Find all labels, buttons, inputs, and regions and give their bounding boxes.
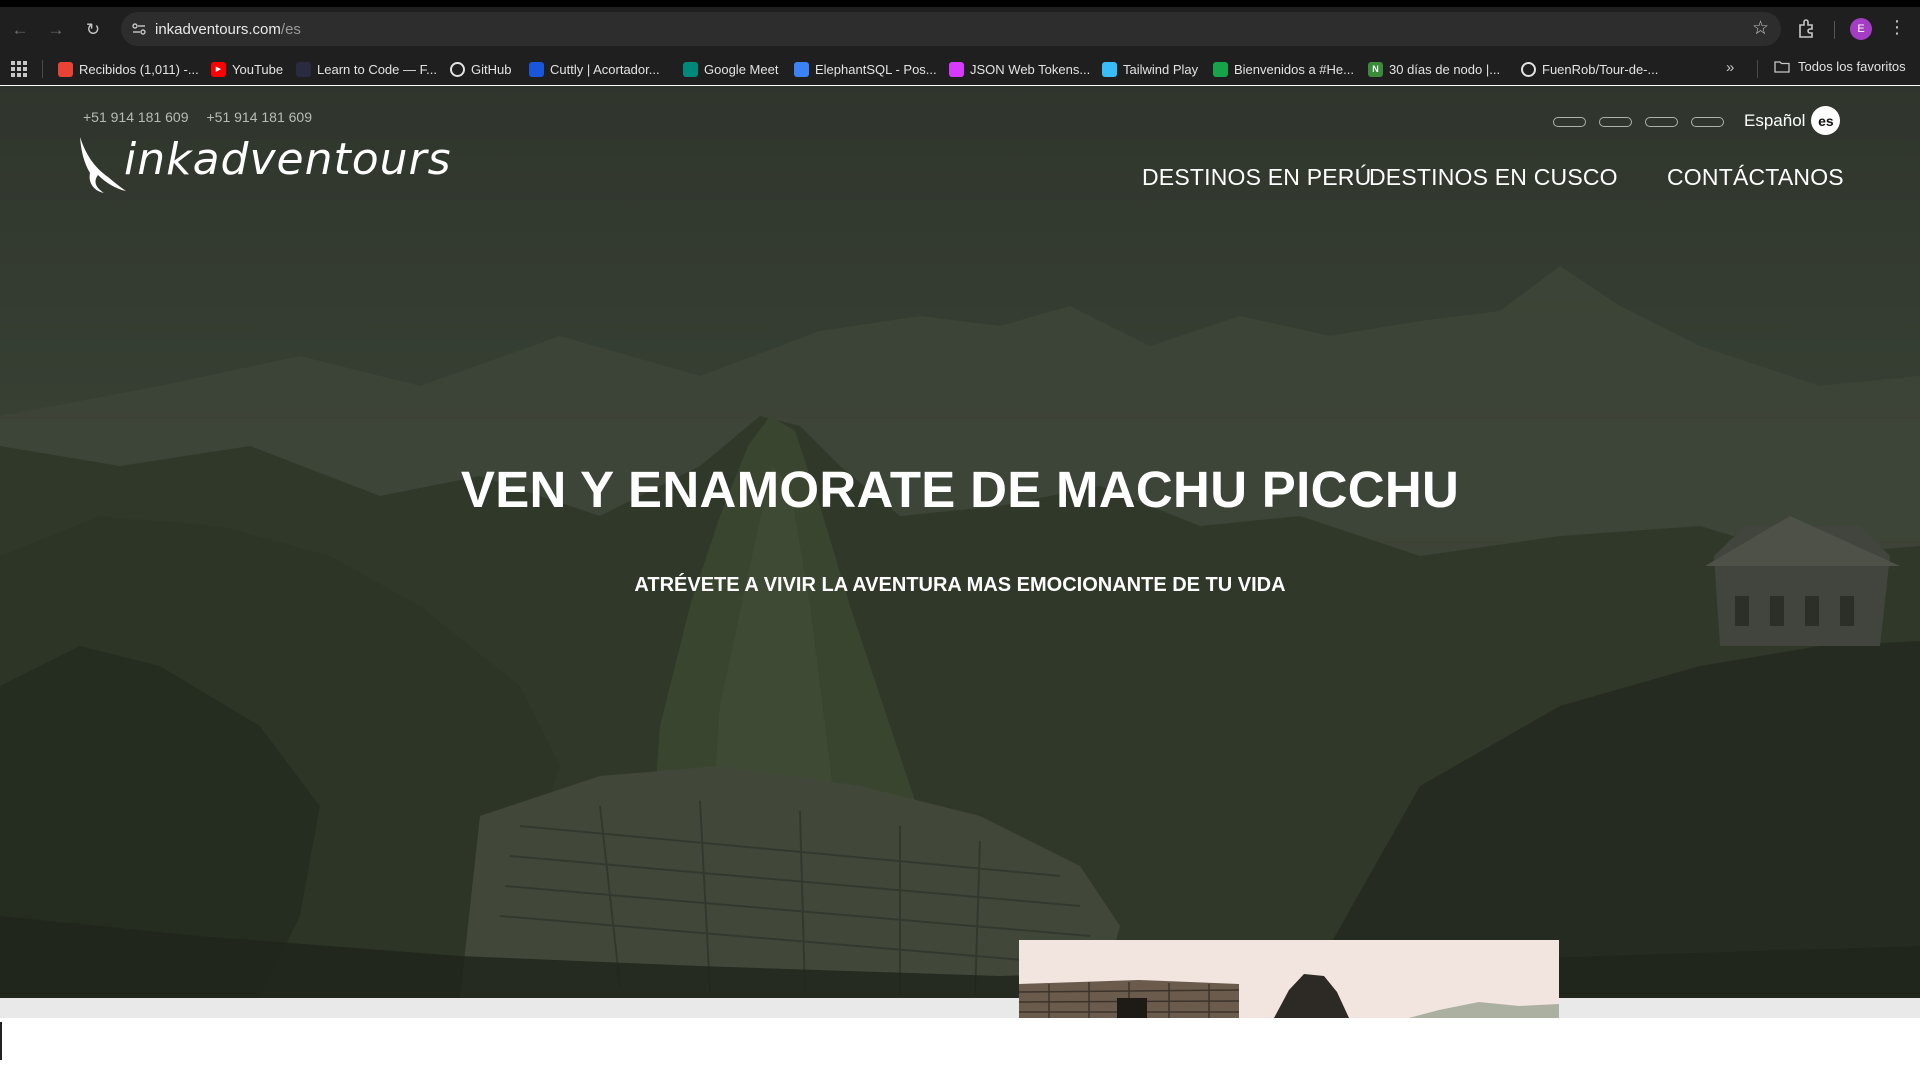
github-icon: [1521, 61, 1536, 77]
feather-logo-icon: [80, 137, 126, 193]
logo-wordmark: inkadventours: [124, 134, 452, 185]
hero-subtitle: ATRÉVETE A VIVIR LA AVENTURA MAS EMOCION…: [634, 574, 1286, 596]
slider-dot[interactable]: [1645, 117, 1678, 127]
url-text[interactable]: inkadventours.com/es: [155, 21, 301, 38]
hero-slider-indicators: [1553, 117, 1724, 127]
bookmark-star-icon[interactable]: ☆: [1752, 17, 1769, 40]
nav-destinos-cusco[interactable]: DESTINOS EN CUSCO: [1369, 164, 1618, 191]
jwt-icon: [949, 61, 964, 77]
bookmark-label: FuenRob/Tour-de-...: [1542, 61, 1659, 77]
nav-contactanos[interactable]: CONTÁCTANOS: [1667, 164, 1844, 191]
back-icon[interactable]: ←: [6, 15, 34, 43]
bookmark-item[interactable]: ▶ YouTube: [211, 59, 283, 79]
bookmark-item[interactable]: JSON Web Tokens...: [949, 59, 1090, 79]
profile-avatar[interactable]: E: [1850, 18, 1872, 40]
site-info-icon[interactable]: [129, 19, 149, 39]
github-icon: [450, 61, 465, 77]
bookmark-item[interactable]: Learn to Code — F...: [296, 59, 437, 79]
bookmark-label: Bienvenidos a #He...: [1234, 61, 1354, 77]
content-section: [0, 998, 1920, 1080]
bookmark-item[interactable]: ElephantSQL - Pos...: [794, 59, 937, 79]
more-bookmarks-icon[interactable]: »: [1726, 59, 1734, 76]
cuttly-icon: [529, 61, 544, 77]
extensions-icon[interactable]: [1795, 17, 1819, 41]
bookmark-item[interactable]: N 30 días de nodo |...: [1368, 59, 1500, 79]
section-divider: [0, 998, 1920, 1018]
bookmarks-divider: [1757, 60, 1758, 78]
bookmark-label: Cuttly | Acortador...: [550, 61, 660, 77]
toolbar-divider: [1834, 21, 1835, 39]
language-label: Español: [1744, 110, 1806, 130]
tailwind-icon: [1102, 61, 1117, 77]
bookmark-label: GitHub: [471, 61, 512, 77]
hero-section: +51 914 181 609 +51 914 181 609 inkadven…: [0, 86, 1920, 998]
bookmark-label: YouTube: [232, 61, 284, 77]
bookmark-item[interactable]: FuenRob/Tour-de-...: [1521, 59, 1658, 79]
bookmarks-bar: Recibidos (1,011) -... ▶ YouTube Learn to C…: [0, 55, 1920, 83]
hero-overlay: [0, 86, 1920, 998]
browser-chrome: ← → ↻ inkadventours.com/es ☆ E ⋮ Recibid…: [0, 0, 1920, 85]
reload-icon[interactable]: ↻: [79, 15, 107, 43]
slider-dot[interactable]: [1691, 117, 1724, 127]
nav-destinos-peru[interactable]: DESTINOS EN PERÚ: [1142, 164, 1371, 191]
bookmark-label: Google Meet: [704, 61, 779, 77]
google-meet-icon: [683, 61, 698, 77]
slider-dot[interactable]: [1599, 117, 1632, 127]
elephantsql-icon: [794, 61, 809, 77]
bookmark-label: Recibidos (1,011) -...: [79, 61, 199, 77]
forward-icon[interactable]: →: [42, 15, 70, 43]
all-bookmarks-folder[interactable]: Todos los favoritos: [1774, 59, 1906, 74]
slider-dot[interactable]: [1553, 117, 1586, 127]
language-selector[interactable]: Español es: [1744, 106, 1841, 135]
bookmark-label: JSON Web Tokens...: [970, 61, 1091, 77]
bookmark-item[interactable]: Tailwind Play: [1102, 59, 1198, 79]
browser-toolbar: ← → ↻ inkadventours.com/es ☆ E ⋮: [0, 9, 1920, 49]
youtube-icon: ▶: [211, 61, 226, 77]
bookmark-label: 30 días de nodo |...: [1389, 61, 1501, 77]
phone-number[interactable]: +51 914 181 609: [83, 109, 189, 125]
all-bookmarks-label: Todos los favoritos: [1798, 59, 1906, 74]
contact-phones: +51 914 181 609 +51 914 181 609: [83, 109, 312, 125]
url-path: /es: [280, 21, 301, 38]
web-page: +51 914 181 609 +51 914 181 609 inkadven…: [0, 86, 1920, 1080]
bookmark-label: ElephantSQL - Pos...: [815, 61, 937, 77]
phone-number[interactable]: +51 914 181 609: [207, 109, 313, 125]
notion-icon: N: [1368, 61, 1383, 77]
url-host: inkadventours.com: [155, 21, 281, 38]
tab-strip: [0, 0, 1920, 7]
site-logo[interactable]: inkadventours: [76, 133, 452, 195]
apps-grid-icon[interactable]: [11, 61, 27, 77]
bookmark-item[interactable]: Cuttly | Acortador...: [529, 59, 660, 79]
bookmark-item[interactable]: Google Meet: [683, 59, 778, 79]
featured-tour-image[interactable]: [1019, 940, 1559, 1018]
gmail-icon: [58, 61, 73, 77]
bookmark-label: Tailwind Play: [1123, 61, 1199, 77]
bookmark-item[interactable]: GitHub: [450, 59, 511, 79]
language-badge: es: [1811, 106, 1841, 135]
text-cursor: [0, 1022, 2, 1060]
bookmark-item[interactable]: Bienvenidos a #He...: [1213, 59, 1354, 79]
hero-title: VEN Y ENAMORATE DE MACHU PICCHU: [460, 461, 1460, 518]
folder-icon: [1774, 61, 1790, 73]
bookmarks-divider: [42, 60, 43, 78]
hackerrank-icon: [1213, 61, 1228, 77]
browser-menu-icon[interactable]: ⋮: [1888, 17, 1906, 38]
address-bar[interactable]: inkadventours.com/es ☆: [121, 12, 1781, 46]
bookmark-item[interactable]: Recibidos (1,011) -...: [58, 59, 199, 79]
bookmark-label: Learn to Code — F...: [317, 61, 437, 77]
freecodecamp-icon: [296, 61, 311, 77]
